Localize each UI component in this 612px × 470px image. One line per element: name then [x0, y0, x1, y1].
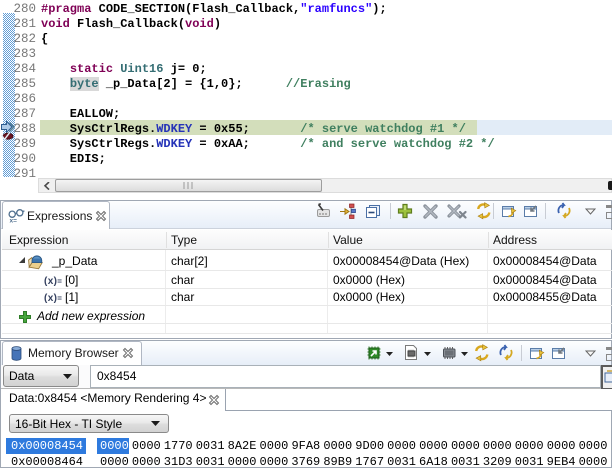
- svg-text:x=: x=: [10, 218, 18, 225]
- svg-text:(x): (x): [44, 276, 57, 286]
- svg-text:(x): (x): [44, 293, 57, 303]
- svg-text:=: =: [57, 277, 62, 286]
- svg-text:=: =: [57, 294, 62, 303]
